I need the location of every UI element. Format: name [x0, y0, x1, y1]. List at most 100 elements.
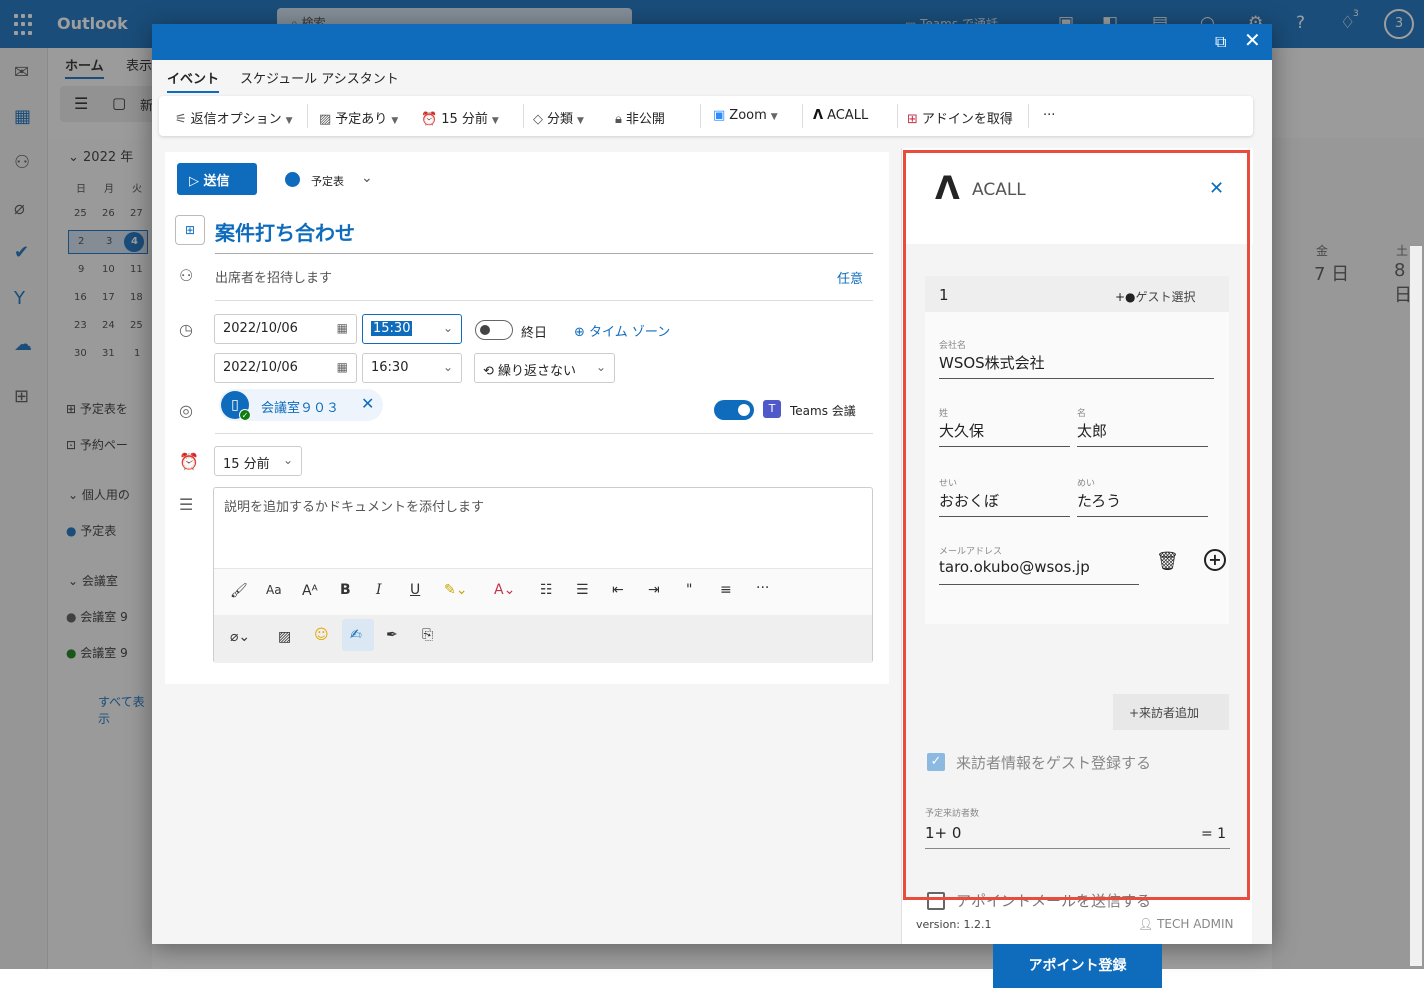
busy-label: 予定あり — [335, 112, 388, 127]
divider — [700, 104, 701, 128]
grow-font-icon[interactable]: Aᴬ — [302, 583, 318, 599]
send-button[interactable]: ▷ 送信 — [177, 163, 257, 195]
sliders-icon: ⚟ — [175, 112, 187, 127]
tab-schedule-assistant[interactable]: スケジュール アシスタント — [240, 68, 399, 87]
reply-options-button[interactable]: ⚟ 返信オプション ▼ — [175, 108, 293, 127]
alarm-icon: ⏰ — [179, 452, 199, 471]
zoom-button[interactable]: ▣ Zoom ▼ — [713, 108, 778, 123]
insert-toolbar: ⌀⌄ ▨ ☺ ✍ ✒ ⎘ — [214, 615, 872, 663]
divider — [897, 104, 898, 128]
more-format-icon[interactable]: ··· — [756, 580, 769, 596]
chevron-down-icon[interactable]: ⌄ — [361, 170, 373, 186]
get-addins-button[interactable]: ⊞ アドインを取得 — [907, 108, 1013, 127]
available-check-icon: ✓ — [239, 409, 251, 421]
chevron-down-icon: ▼ — [770, 112, 778, 122]
clock-icon: ◷ — [179, 320, 193, 339]
divider — [802, 104, 803, 128]
bullets-icon[interactable]: ☷ — [540, 582, 553, 598]
quote-icon[interactable]: " — [686, 582, 692, 598]
tag-icon: ◇ — [533, 112, 543, 127]
description-editor[interactable]: 説明を追加するかドキュメントを添付します 🖌︎ Aa Aᴬ B I U ✎⌄ A… — [213, 487, 873, 663]
signature-icon[interactable]: ✒ — [386, 627, 398, 643]
admin-label: TECH ADMIN — [1157, 917, 1234, 931]
editor-glyph: ✍ — [350, 627, 362, 643]
calendar-color-dot — [285, 172, 300, 187]
notes-icon: ☰ — [179, 495, 194, 514]
acall-button[interactable]: Λ ACALL — [813, 108, 868, 123]
reminder-button[interactable]: ⏰ 15 分前 ▼ — [421, 108, 499, 127]
private-button[interactable]: 🔒︎ 非公開 — [615, 108, 665, 127]
attach-icon[interactable]: ⌀⌄ — [230, 629, 250, 645]
calendar-selector[interactable]: 予定表 — [311, 173, 344, 189]
popout-icon[interactable]: ⧉ — [1215, 32, 1226, 52]
command-bar: ⚟ 返信オプション ▼ ▨ 予定あり ▼ ⏰ 15 分前 ▼ ◇ 分類 ▼ 🔒︎ 非公開 ▣ Zoo… — [159, 96, 1253, 136]
room-chip[interactable]: ▯ ✓ 会議室９０３ ✕ — [219, 389, 383, 421]
version-label: version: 1.2.1 — [916, 918, 992, 931]
divider — [215, 253, 873, 254]
status-icon: ▨ — [319, 112, 332, 127]
font-color-icon[interactable]: A⌄ — [494, 582, 515, 598]
close-icon[interactable]: ✕ — [1244, 28, 1261, 52]
start-time-input[interactable]: 15:30 ⌄ — [362, 314, 462, 344]
start-date-input[interactable]: 2022/10/06 ▦ — [214, 314, 357, 344]
optional-attendees-link[interactable]: 任意 — [837, 268, 863, 287]
category-button[interactable]: ◇ 分類 ▼ — [533, 108, 584, 127]
send-label: 送信 — [203, 174, 230, 189]
emoji-icon[interactable]: ☺ — [314, 627, 329, 643]
all-day-label: 終日 — [521, 326, 548, 341]
addin-icon: ⊞ — [907, 112, 918, 127]
end-date-input[interactable]: 2022/10/06 ▦ — [214, 353, 357, 383]
time-zone-link[interactable]: ⊕ タイム ゾーン — [574, 321, 670, 340]
busy-status-button[interactable]: ▨ 予定あり ▼ — [319, 108, 398, 127]
underline-icon[interactable]: U — [410, 582, 420, 598]
lock-icon: 🔒︎ — [615, 112, 622, 127]
highlight-icon[interactable]: ✎⌄ — [444, 582, 467, 598]
location-icon: ◎ — [179, 401, 193, 420]
font-size-icon[interactable]: Aa — [266, 583, 282, 597]
outdent-icon[interactable]: ⇤ — [612, 582, 624, 598]
align-icon[interactable]: ≡ — [720, 582, 732, 598]
end-time-input[interactable]: 16:30 ⌄ — [362, 353, 462, 383]
addin-scrollbar[interactable] — [1410, 246, 1422, 966]
chevron-down-icon: ⌄ — [595, 360, 606, 374]
attendees-input[interactable]: 出席者を招待します — [215, 267, 332, 286]
divider — [215, 433, 873, 434]
description-placeholder: 説明を追加するかドキュメントを添付します — [224, 500, 485, 515]
appointment-register-button[interactable]: アポイント登録 — [993, 944, 1162, 988]
admin-user: 👤︎ TECH ADMIN — [1138, 917, 1234, 931]
remove-room-icon[interactable]: ✕ — [361, 394, 374, 413]
room-name: 会議室９０３ — [261, 401, 340, 416]
get-addins-label: アドインを取得 — [921, 112, 1013, 127]
bold-icon[interactable]: B — [340, 582, 351, 598]
divider — [307, 104, 308, 128]
reminder-dropdown[interactable]: 15 分前 ⌄ — [214, 446, 302, 476]
image-icon[interactable]: ▨ — [278, 629, 291, 645]
dialog-titlebar: ⧉ ✕ — [152, 24, 1272, 60]
chevron-down-icon: ▼ — [391, 116, 399, 126]
repeat-label: 繰り返さない — [498, 364, 577, 379]
loop-icon[interactable]: ⎘ — [422, 627, 433, 643]
category-label: 分類 — [547, 112, 574, 127]
divider — [1028, 104, 1029, 128]
chevron-down-icon: ⌄ — [442, 360, 453, 374]
repeat-dropdown[interactable]: ⟲ 繰り返さない ⌄ — [474, 353, 615, 383]
send-icon: ▷ — [189, 174, 204, 189]
format-toolbar: 🖌︎ Aa Aᴬ B I U ✎⌄ A⌄ ☷ ☰ ⇤ ⇥ " ≡ ··· ⌀⌄ … — [214, 568, 872, 663]
event-type-icon[interactable]: ⊞ — [175, 215, 205, 245]
teams-toggle[interactable] — [714, 400, 754, 420]
event-form: ▷ 送信 予定表 ⌄ ⊞ 案件打ち合わせ ⚇ 出席者を招待します 任意 ◷ 20… — [165, 152, 889, 684]
editor-icon[interactable]: ✍ — [342, 619, 374, 651]
more-button[interactable]: ··· — [1043, 108, 1055, 123]
indent-icon[interactable]: ⇥ — [648, 582, 660, 598]
tab-event[interactable]: イベント — [167, 68, 220, 93]
reminder-value: 15 分前 — [223, 457, 270, 472]
event-title-input[interactable]: 案件打ち合わせ — [215, 217, 355, 246]
reminder-label: 15 分前 — [441, 112, 488, 127]
all-day-toggle[interactable] — [475, 320, 513, 340]
numbering-icon[interactable]: ☰ — [576, 582, 589, 598]
user-icon: 👤︎ — [1138, 917, 1158, 931]
italic-icon[interactable]: I — [376, 582, 382, 598]
zoom-icon: ▣ — [713, 108, 726, 123]
format-painter-icon[interactable]: 🖌︎ — [230, 583, 248, 599]
alarm-icon: ⏰ — [421, 112, 438, 127]
